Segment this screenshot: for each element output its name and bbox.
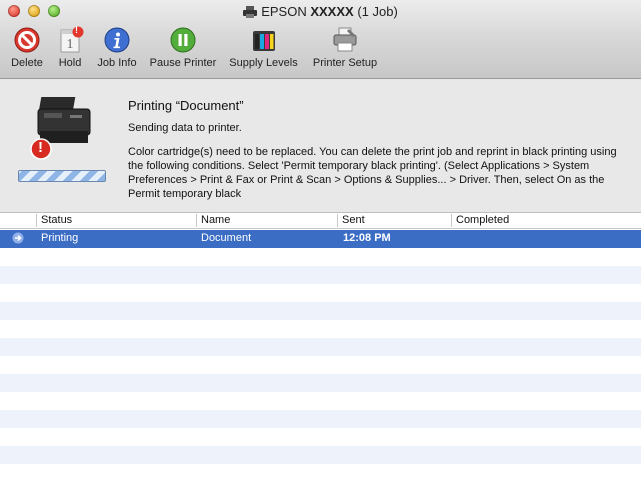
supply-levels-label: Supply Levels — [229, 57, 298, 69]
hold-icon: 1 ! — [56, 25, 84, 54]
empty-row — [0, 338, 641, 356]
column-completed[interactable]: Completed — [451, 214, 641, 227]
pause-icon — [169, 26, 197, 54]
printer-setup-label: Printer Setup — [312, 57, 378, 69]
supply-levels-button[interactable]: Supply Levels — [227, 24, 300, 69]
printer-queue-window: EPSON XXXXX (1 Job) Delete 1 ! Hold Job … — [0, 0, 641, 482]
empty-row — [0, 302, 641, 320]
delete-label: Delete — [11, 57, 43, 69]
status-arrow-icon — [12, 232, 24, 247]
delete-icon — [13, 26, 41, 54]
empty-row — [0, 266, 641, 284]
empty-row — [0, 374, 641, 392]
progress-bar — [18, 170, 106, 182]
column-status[interactable]: Status — [36, 214, 197, 227]
pause-printer-button[interactable]: Pause Printer — [147, 24, 219, 69]
toolbar: Delete 1 ! Hold Job Info Pause Printer S… — [0, 24, 641, 74]
title-bar: EPSON XXXXX (1 Job) Delete 1 ! Hold Job … — [0, 0, 641, 79]
alert-badge: ! — [38, 139, 43, 156]
job-info-label: Job Info — [97, 57, 137, 69]
delete-button[interactable]: Delete — [8, 24, 46, 69]
info-icon — [103, 26, 131, 54]
printer-setup-icon — [331, 26, 359, 54]
hold-button[interactable]: 1 ! Hold — [54, 24, 86, 69]
table-row[interactable]: Printing Document 12:08 PM — [0, 230, 641, 248]
empty-row — [0, 410, 641, 428]
pause-printer-label: Pause Printer — [149, 57, 217, 69]
printer-icon — [243, 6, 258, 21]
job-table-body: Printing Document 12:08 PM — [0, 229, 641, 482]
title-jobs: (1 Job) — [357, 4, 398, 19]
supply-levels-icon — [250, 26, 278, 54]
window-title: EPSON XXXXX (1 Job) — [0, 4, 641, 21]
hold-badge: ! — [75, 25, 78, 35]
empty-row — [0, 446, 641, 464]
status-subtitle: Sending data to printer. — [128, 122, 242, 134]
hold-label: Hold — [58, 57, 82, 69]
title-model: XXXXX — [310, 4, 354, 19]
status-title: Printing “Document” — [128, 98, 244, 113]
job-info-button[interactable]: Job Info — [95, 24, 139, 69]
job-status-panel: ! Printing “Document” Sending data to pr… — [0, 79, 641, 213]
title-brand: EPSON — [261, 4, 307, 19]
job-table-header: Status Name Sent Completed — [0, 213, 641, 229]
row-name: Document — [201, 232, 252, 244]
printer-alert-icon: ! — [30, 93, 96, 172]
column-name[interactable]: Name — [196, 214, 338, 227]
printer-setup-button[interactable]: Printer Setup — [309, 24, 381, 69]
row-status: Printing — [41, 232, 79, 244]
row-sent: 12:08 PM — [343, 232, 391, 244]
column-sent[interactable]: Sent — [337, 214, 451, 227]
svg-text:1: 1 — [67, 37, 74, 52]
status-message: Color cartridge(s) need to be replaced. … — [128, 146, 617, 200]
